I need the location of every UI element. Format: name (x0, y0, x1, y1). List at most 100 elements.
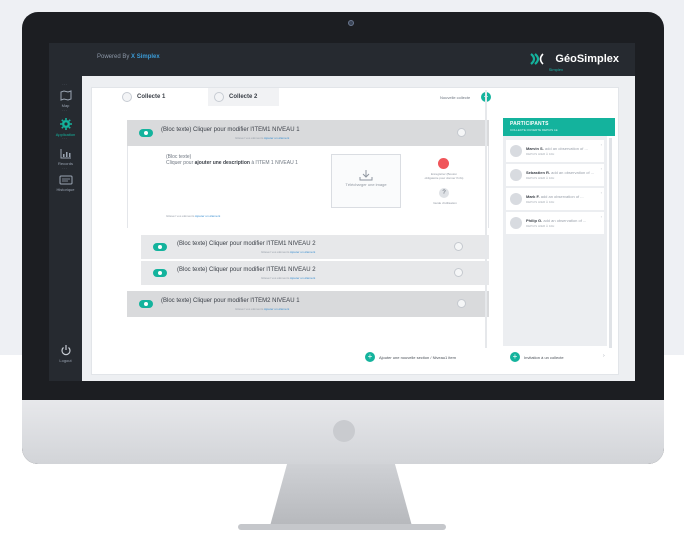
section-subtitle: Glissez vos éléments Ajouter un élément (261, 276, 315, 280)
avatar (510, 217, 522, 229)
content-scrollbar[interactable] (485, 90, 487, 348)
participant-time: DEPUIS HIER À 10H (526, 200, 555, 204)
tab-collecte-1[interactable]: Collecte 1 (122, 88, 165, 106)
logout-label: Logout (59, 358, 72, 363)
section-item1-niveau2[interactable]: (Bloc texte) Cliquer pour modifier l'ITE… (141, 261, 489, 285)
nav-divider: ··· (62, 136, 67, 142)
record-label: Enregistrer (Bouton obligatoire pour don… (424, 172, 464, 180)
section-subtitle-text: Glissez vos éléments (261, 276, 290, 280)
upload-label: Télécharger une image (345, 182, 387, 187)
camera-icon (348, 20, 354, 26)
plus-icon: + (510, 352, 520, 362)
participant-name: Philip G. add an observation of ... (526, 218, 586, 223)
participants-title: PARTICIPANTS (510, 121, 549, 127)
plus-icon: + (365, 352, 375, 362)
description-text: à l'ITEM 1 NIVEAU 1 (249, 160, 298, 166)
description-emphasis: ajouter une description (194, 160, 250, 166)
add-element-link[interactable]: Ajouter un élément (264, 307, 289, 311)
section-title[interactable]: (Bloc texte) Cliquer pour modifier l'ITE… (177, 267, 316, 273)
new-collect-label: Nouvelle collecte (440, 95, 471, 100)
list-item[interactable]: Philip G. add an observation of ... DEPU… (506, 212, 604, 234)
powered-by-brand: X Simplex (131, 54, 160, 60)
record-button[interactable] (438, 158, 449, 169)
list-item[interactable]: Sebastien R. add an observation of ... D… (506, 164, 604, 186)
chevron-right-icon: › (600, 142, 602, 147)
download-icon (359, 170, 373, 181)
participant-time: DEPUIS HIER À 10H (526, 176, 555, 180)
participant-action: add an observation of ... (551, 170, 595, 175)
section-subtitle-text: Glissez vos éléments (235, 307, 264, 311)
nav-divider: ··· (62, 108, 67, 114)
participants-list: Marvin S. add an observation of ... DEPU… (503, 136, 607, 346)
participant-name: Sebastien R. add an observation of ... (526, 170, 594, 175)
add-element-link[interactable]: Ajouter un élément (290, 276, 315, 280)
avatar (510, 169, 522, 181)
visibility-icon[interactable] (139, 300, 153, 308)
chevron-right-icon: › (600, 190, 602, 195)
section-title[interactable]: (Bloc texte) Cliquer pour modifier l'ITE… (161, 127, 300, 133)
help-button[interactable]: ? (439, 188, 449, 198)
logout-button[interactable]: Logout (49, 344, 82, 363)
add-section-button[interactable]: + Ajouter une nouvelle section / Niveau1… (365, 352, 456, 362)
section-expanded-body: (Bloc texte) Cliquer pour ajouter une de… (127, 146, 489, 228)
brand-logo[interactable]: GéoSimplex (529, 52, 619, 66)
tab-avatar-icon (214, 92, 224, 102)
description-text: Cliquer pour (166, 160, 195, 166)
visibility-icon[interactable] (153, 269, 167, 277)
nav-divider: ··· (62, 82, 67, 88)
list-item[interactable]: Marvin S. add an observation of ... DEPU… (506, 140, 604, 162)
chevron-right-icon: › (603, 353, 605, 359)
body-footer: Glissez vos éléments Ajouter un élément (166, 214, 220, 218)
brand-subtitle: Simplex (548, 67, 563, 72)
visibility-icon[interactable] (153, 243, 167, 251)
invite-label: Invitation à un collecte (524, 354, 564, 360)
sidebar-item-records[interactable]: Records (49, 148, 82, 166)
add-element-link[interactable]: Ajouter un élément (264, 136, 289, 140)
power-icon (60, 345, 71, 356)
participants-panel: PARTICIPANTS COLLECTE OUVERTE DEPUIS LE … (503, 118, 615, 354)
invite-button[interactable]: + Invitation à un collecte (510, 352, 564, 362)
avatar (510, 145, 522, 157)
participant-action: add an observation of ... (543, 218, 587, 223)
participants-header: PARTICIPANTS COLLECTE OUVERTE DEPUIS LE (503, 118, 615, 136)
chevron-right-icon: › (600, 166, 602, 171)
tab-label: Collecte 2 (229, 94, 258, 100)
map-icon (60, 90, 71, 101)
section-subtitle: Glissez vos éléments Ajouter un élément (235, 307, 289, 311)
add-section-label: Ajouter une nouvelle section / Niveau1 i… (379, 354, 456, 360)
section-item1-niveau1[interactable]: (Bloc texte) Cliquer pour modifier l'ITE… (127, 120, 489, 146)
sidebar-item-application[interactable]: Application (49, 118, 82, 137)
collapse-toggle[interactable] (454, 268, 463, 277)
section-item2-niveau1[interactable]: (Bloc texte) Cliquer pour modifier l'ITE… (127, 291, 489, 317)
participants-scrollbar[interactable] (609, 138, 612, 348)
collapse-toggle[interactable] (457, 128, 466, 137)
section-subtitle: Glissez vos éléments Ajouter un élément (235, 136, 289, 140)
sidebar-item-historique[interactable]: Historique (49, 174, 82, 192)
add-element-link[interactable]: Ajouter un élément (195, 214, 220, 218)
visibility-icon[interactable] (139, 129, 153, 137)
history-icon (59, 175, 72, 185)
description-block[interactable]: (Bloc texte) Cliquer pour ajouter une de… (166, 154, 298, 166)
participant-name-text: Mark F. (526, 194, 540, 199)
image-upload-dropzone[interactable]: Télécharger une image (331, 154, 401, 208)
sidebar-item-map[interactable]: Map (49, 90, 82, 108)
avatar (510, 193, 522, 205)
top-bar: Powered By X Simplex GéoSimplex Simplex (49, 43, 635, 76)
participant-name-text: Philip G. (526, 218, 543, 223)
section-title[interactable]: (Bloc texte) Cliquer pour modifier l'ITE… (161, 298, 300, 304)
section-item1-niveau2[interactable]: (Bloc texte) Cliquer pour modifier l'ITE… (141, 235, 489, 259)
list-item[interactable]: Mark F. add an observation of ... DEPUIS… (506, 188, 604, 210)
gear-icon (59, 118, 72, 130)
collapse-toggle[interactable] (457, 299, 466, 308)
participant-name: Marvin S. add an observation of ... (526, 146, 588, 151)
section-subtitle: Glissez vos éléments Ajouter un élément (261, 250, 315, 254)
nav-divider: ··· (62, 166, 67, 172)
participant-name-text: Marvin S. (526, 146, 544, 151)
chart-icon (60, 149, 71, 159)
tab-collecte-2[interactable]: Collecte 2 (208, 88, 280, 106)
collapse-toggle[interactable] (454, 242, 463, 251)
section-title[interactable]: (Bloc texte) Cliquer pour modifier l'ITE… (177, 241, 316, 247)
add-element-link[interactable]: Ajouter un élément (290, 250, 315, 254)
section-subtitle-text: Glissez vos éléments (235, 136, 264, 140)
participant-action: add an observation of ... (544, 146, 588, 151)
